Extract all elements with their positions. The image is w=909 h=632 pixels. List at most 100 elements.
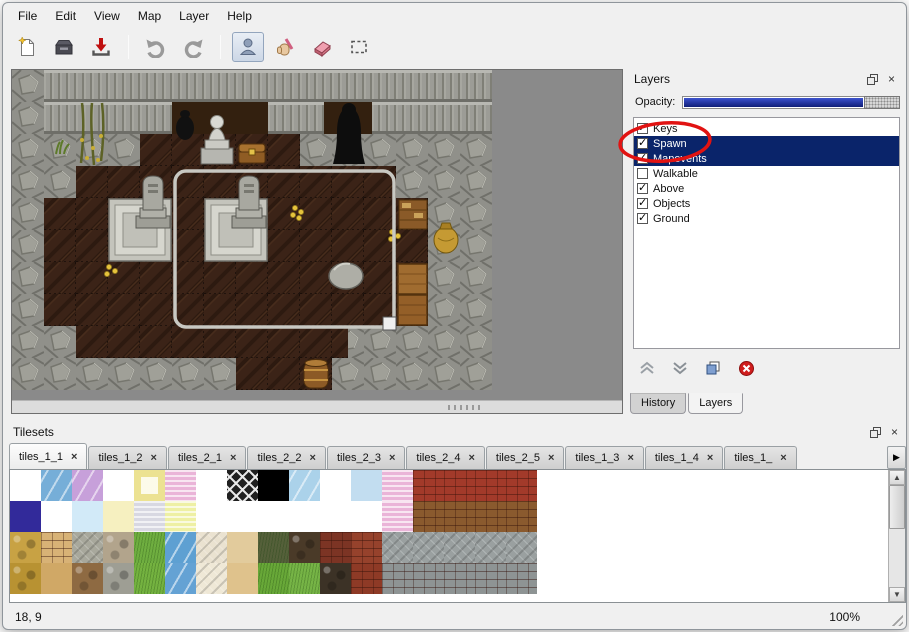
duplicate-layer-button[interactable] xyxy=(702,358,724,378)
layer-visibility-checkbox[interactable]: ✓ xyxy=(637,198,648,209)
close-tab-icon[interactable]: × xyxy=(780,452,786,464)
layer-row-mapevents[interactable]: ✓Mapevents xyxy=(634,151,899,166)
palette-tile[interactable] xyxy=(103,563,134,594)
palette-tile[interactable] xyxy=(196,501,227,532)
palette-tile[interactable] xyxy=(320,532,351,563)
palette-tile[interactable] xyxy=(289,563,320,594)
palette-tile[interactable] xyxy=(41,501,72,532)
new-file-button[interactable] xyxy=(11,32,43,62)
menu-help[interactable]: Help xyxy=(218,6,261,26)
palette-tile[interactable] xyxy=(475,470,506,501)
layer-visibility-checkbox[interactable]: ✓ xyxy=(637,138,648,149)
palette-tile[interactable] xyxy=(134,532,165,563)
palette-tile[interactable] xyxy=(227,563,258,594)
palette-tile[interactable] xyxy=(165,470,196,501)
layer-visibility-checkbox[interactable]: ✓ xyxy=(637,123,648,134)
palette-tile[interactable] xyxy=(103,470,134,501)
palette-tile[interactable] xyxy=(351,470,382,501)
palette-tile[interactable] xyxy=(165,501,196,532)
palette-scrollbar[interactable]: ▲ ▼ xyxy=(888,470,905,602)
palette-tile[interactable] xyxy=(103,532,134,563)
close-panel-icon[interactable]: × xyxy=(887,425,902,440)
palette-tile[interactable] xyxy=(10,470,41,501)
scrollbar-thumb[interactable] xyxy=(889,485,905,529)
palette-tile[interactable] xyxy=(320,470,351,501)
palette-tile[interactable] xyxy=(227,470,258,501)
palette-tile[interactable] xyxy=(382,563,413,594)
close-tab-icon[interactable]: × xyxy=(548,452,554,464)
map-splitter[interactable] xyxy=(12,400,622,413)
dock-tab-history[interactable]: History xyxy=(630,393,686,414)
resize-grip[interactable] xyxy=(889,612,903,626)
palette-tile[interactable] xyxy=(475,501,506,532)
undo-button[interactable] xyxy=(140,32,172,62)
palette-tile[interactable] xyxy=(227,532,258,563)
palette-tile[interactable] xyxy=(351,563,382,594)
palette-tile[interactable] xyxy=(382,470,413,501)
float-panel-icon[interactable] xyxy=(868,425,883,440)
stamp-tool-button[interactable] xyxy=(232,32,264,62)
layer-row-objects[interactable]: ✓Objects xyxy=(634,196,899,211)
map-canvas[interactable] xyxy=(11,69,623,414)
palette-tile[interactable] xyxy=(475,532,506,563)
palette-tile[interactable] xyxy=(196,532,227,563)
redo-button[interactable] xyxy=(177,32,209,62)
palette-tile[interactable] xyxy=(258,470,289,501)
palette-tile[interactable] xyxy=(413,532,444,563)
close-tab-icon[interactable]: × xyxy=(707,452,713,464)
palette-tile[interactable] xyxy=(475,563,506,594)
menu-edit[interactable]: Edit xyxy=(46,6,85,26)
opacity-slider-handle[interactable] xyxy=(864,96,900,109)
palette-tile[interactable] xyxy=(506,470,537,501)
palette-tile[interactable] xyxy=(289,470,320,501)
tileset-tab-tiles_1_2[interactable]: tiles_1_2× xyxy=(88,446,166,469)
palette-tile[interactable] xyxy=(165,532,196,563)
close-tab-icon[interactable]: × xyxy=(468,452,474,464)
eraser-tool-button[interactable] xyxy=(306,32,338,62)
layer-visibility-checkbox[interactable] xyxy=(637,168,648,179)
palette-tile[interactable] xyxy=(413,563,444,594)
palette-tile[interactable] xyxy=(10,501,41,532)
opacity-slider[interactable] xyxy=(682,96,900,109)
menu-view[interactable]: View xyxy=(85,6,129,26)
palette-tile[interactable] xyxy=(196,470,227,501)
delete-layer-button[interactable] xyxy=(735,358,757,378)
palette-tile[interactable] xyxy=(351,501,382,532)
close-tab-icon[interactable]: × xyxy=(389,452,395,464)
close-tab-icon[interactable]: × xyxy=(151,452,157,464)
menu-map[interactable]: Map xyxy=(129,6,170,26)
palette-tile[interactable] xyxy=(10,532,41,563)
tileset-tab-tiles_1_1[interactable]: tiles_1_1× xyxy=(9,443,87,469)
palette-tile[interactable] xyxy=(41,532,72,563)
palette-tile[interactable] xyxy=(134,501,165,532)
palette-tile[interactable] xyxy=(72,501,103,532)
palette-tile[interactable] xyxy=(382,532,413,563)
palette-tile[interactable] xyxy=(103,501,134,532)
open-button[interactable] xyxy=(48,32,80,62)
menu-layer[interactable]: Layer xyxy=(170,6,218,26)
float-panel-icon[interactable] xyxy=(865,72,880,87)
palette-tile[interactable] xyxy=(41,563,72,594)
palette-tile[interactable] xyxy=(72,470,103,501)
palette-tile[interactable] xyxy=(444,501,475,532)
palette-tile[interactable] xyxy=(289,501,320,532)
layer-visibility-checkbox[interactable]: ✓ xyxy=(637,213,648,224)
palette-tile[interactable] xyxy=(134,470,165,501)
palette-tile[interactable] xyxy=(413,501,444,532)
palette-tile[interactable] xyxy=(351,532,382,563)
tileset-tab-tiles_1_3[interactable]: tiles_1_3× xyxy=(565,446,643,469)
close-panel-icon[interactable]: × xyxy=(884,72,899,87)
palette-tile[interactable] xyxy=(227,501,258,532)
layer-row-spawn[interactable]: ✓Spawn xyxy=(634,136,899,151)
save-button[interactable] xyxy=(85,32,117,62)
palette-tile[interactable] xyxy=(10,563,41,594)
palette-tile[interactable] xyxy=(289,532,320,563)
palette-tile[interactable] xyxy=(506,563,537,594)
palette-tile[interactable] xyxy=(165,563,196,594)
tileset-tab-tiles_1_[interactable]: tiles_1_× xyxy=(724,446,796,469)
tileset-tab-tiles_2_1[interactable]: tiles_2_1× xyxy=(168,446,246,469)
tileset-tab-tiles_2_3[interactable]: tiles_2_3× xyxy=(327,446,405,469)
palette-tile[interactable] xyxy=(258,501,289,532)
close-tab-icon[interactable]: × xyxy=(71,451,77,463)
layer-visibility-checkbox[interactable]: ✓ xyxy=(637,153,648,164)
